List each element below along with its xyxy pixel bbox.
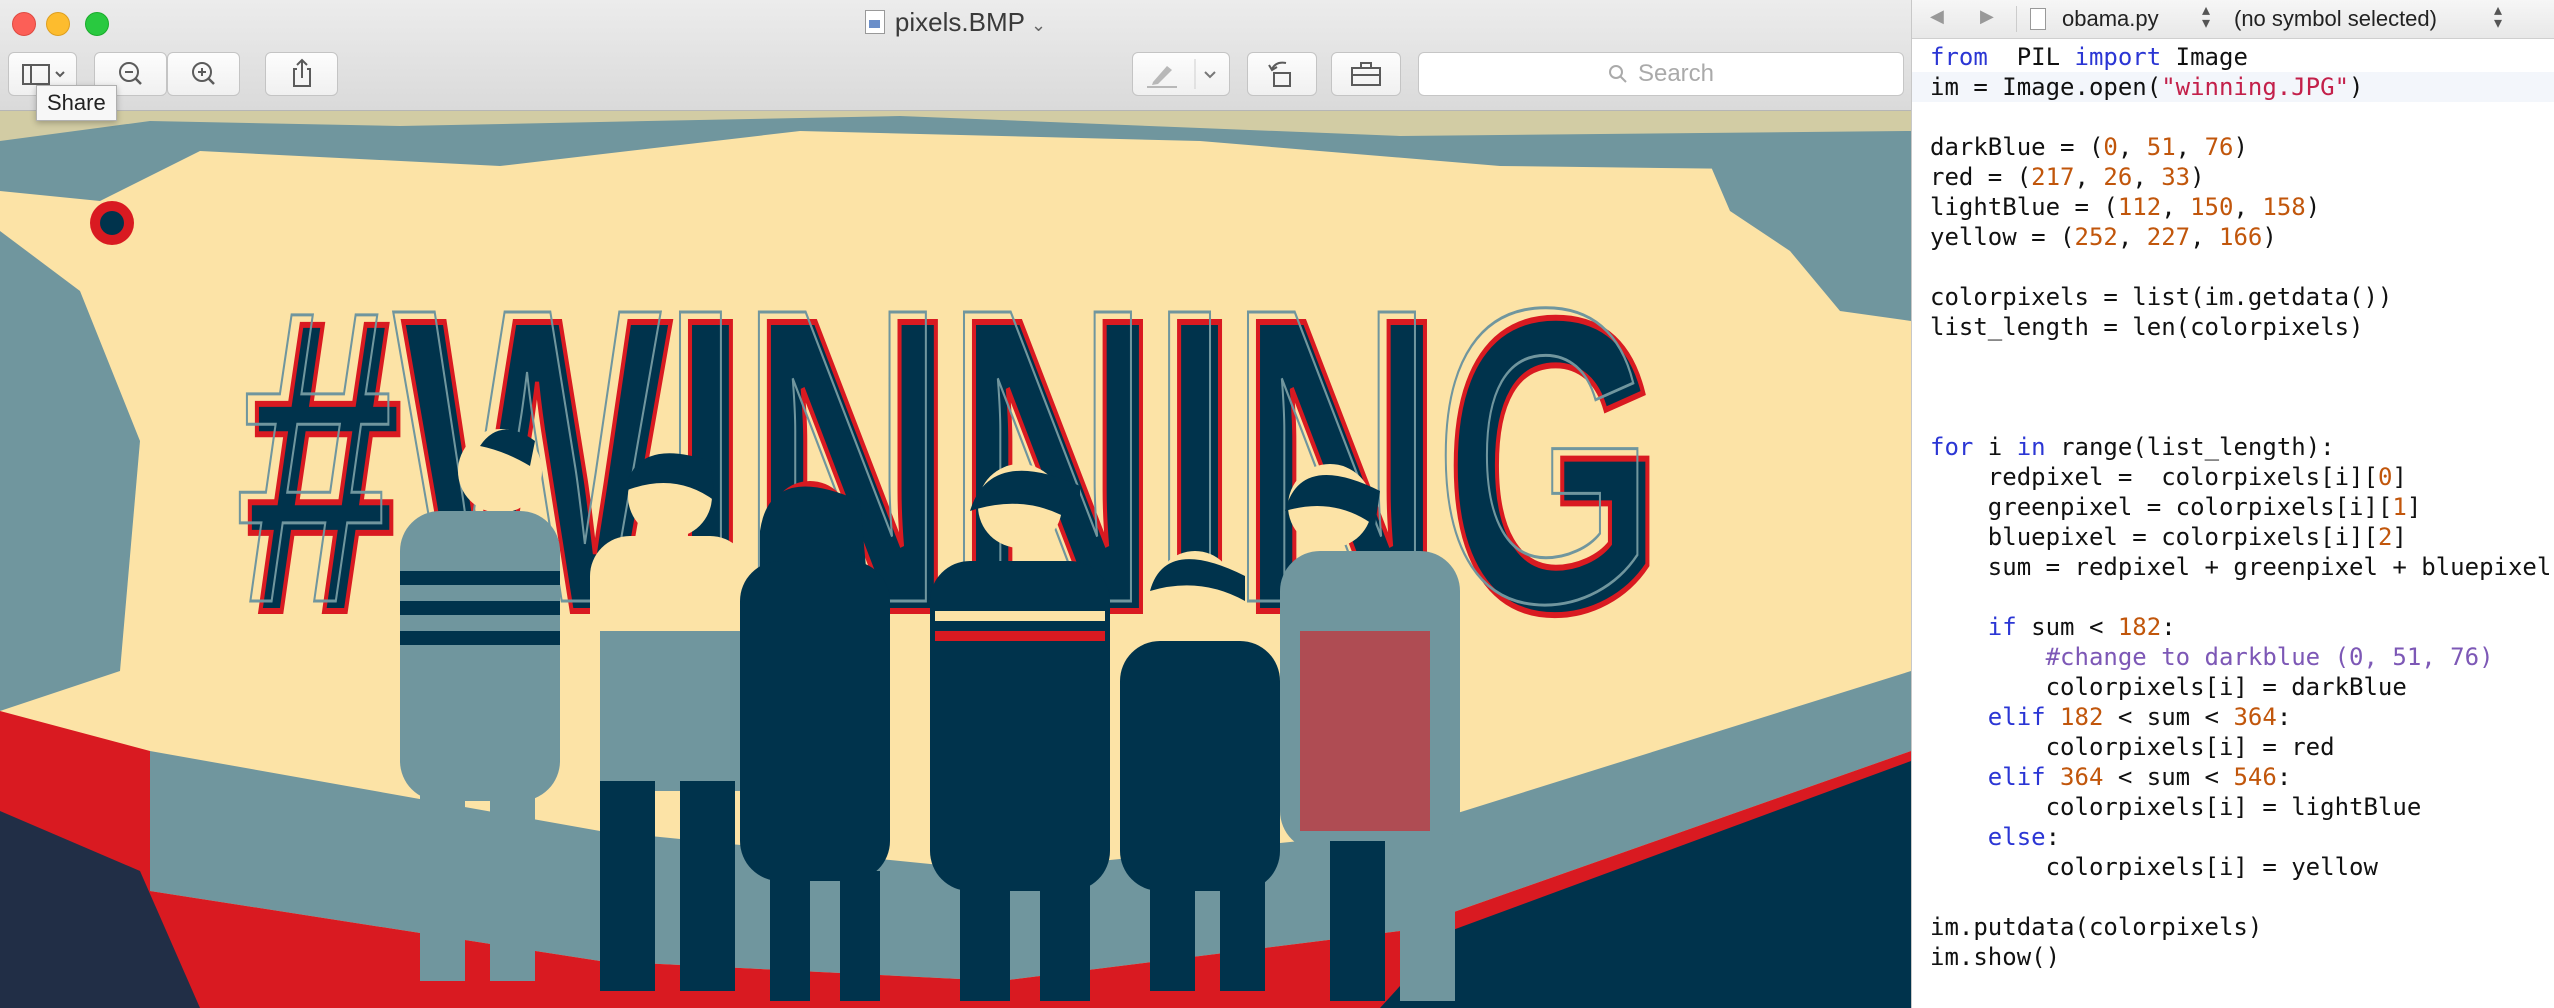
markup-button[interactable] (1132, 52, 1230, 96)
code-line[interactable]: colorpixels[i] = lightBlue (1930, 792, 2551, 822)
code-line[interactable] (1930, 252, 2551, 282)
share-icon (292, 58, 311, 87)
code-line[interactable]: yellow = (252, 227, 166) (1930, 222, 2551, 252)
symbol-stepper-icon[interactable]: ▴ ▾ (2494, 3, 2502, 32)
bmp-file-icon (864, 10, 885, 34)
jump-bar: ◀ ▶ obama.py ▴ ▾ (no symbol selected) ▴ ▾ (1912, 0, 2554, 39)
search-icon (1608, 65, 1627, 83)
code-line[interactable]: colorpixels = list(im.getdata()) (1930, 282, 2551, 312)
code-line[interactable]: bluepixel = colorpixels[i][2] (1930, 522, 2551, 552)
code-line[interactable]: from PIL import Image (1930, 42, 2551, 72)
forward-arrow-icon[interactable]: ▶ (1980, 6, 1994, 27)
code-text-area[interactable]: from PIL import Image im = Image.open("wi… (1912, 42, 2554, 972)
toolbox-icon (1351, 62, 1381, 86)
preview-window: pixels.BMP ⌄ Search Share #WINNING #WINN… (0, 0, 1912, 1008)
code-line[interactable] (1930, 102, 2551, 132)
file-stepper-icon[interactable]: ▴ ▾ (2202, 3, 2210, 32)
zoom-in-button[interactable] (167, 52, 240, 96)
document-title[interactable]: pixels.BMP ⌄ (0, 7, 1911, 38)
code-line[interactable]: for i in range(list_length): (1930, 432, 2551, 462)
code-line[interactable]: colorpixels[i] = darkBlue (1930, 672, 2551, 702)
search-input[interactable]: Search (1418, 52, 1904, 96)
code-line[interactable]: list_length = len(colorpixels) (1930, 312, 2551, 342)
code-line[interactable]: im = Image.open("winning.JPG") (1912, 72, 2554, 102)
code-line[interactable] (1930, 342, 2551, 372)
code-line[interactable]: if sum < 182: (1930, 612, 2551, 642)
file-selector[interactable]: obama.py (2062, 6, 2159, 32)
search-placeholder: Search (1637, 60, 1715, 87)
rotate-icon (1268, 61, 1291, 87)
code-line[interactable] (1930, 582, 2551, 612)
code-line[interactable]: im.putdata(colorpixels) (1930, 912, 2551, 942)
code-line[interactable] (1930, 882, 2551, 912)
code-line[interactable]: redpixel = colorpixels[i][0] (1930, 462, 2551, 492)
rotate-button[interactable] (1247, 52, 1317, 96)
code-line[interactable]: #change to darkblue (0, 51, 76) (1930, 642, 2551, 672)
code-line[interactable]: else: (1930, 822, 2551, 852)
document-title-text: pixels.BMP (894, 7, 1025, 37)
code-line[interactable]: lightBlue = (112, 150, 158) (1930, 192, 2551, 222)
code-line[interactable]: greenpixel = colorpixels[i][1] (1930, 492, 2551, 522)
code-line[interactable]: colorpixels[i] = red (1930, 732, 2551, 762)
toolbox-button[interactable] (1331, 52, 1401, 96)
code-line[interactable]: elif 182 < sum < 364: (1930, 702, 2551, 732)
share-button[interactable] (265, 52, 338, 96)
python-file-icon (2030, 8, 2046, 30)
code-line[interactable]: colorpixels[i] = yellow (1930, 852, 2551, 882)
code-line[interactable]: darkBlue = (0, 51, 76) (1930, 132, 2551, 162)
symbol-selector[interactable]: (no symbol selected) (2234, 6, 2437, 32)
preview-titlebar: pixels.BMP ⌄ Search (0, 0, 1911, 111)
code-line[interactable]: elif 364 < sum < 546: (1930, 762, 2551, 792)
jump-bar-divider (2016, 6, 2017, 32)
share-tooltip: Share (36, 85, 117, 121)
chevron-down-icon: ⌄ (1030, 15, 1047, 35)
zoom-in-icon (191, 62, 215, 85)
code-line[interactable] (1930, 372, 2551, 402)
pen-icon (1147, 59, 1216, 89)
bmp-image-canvas: #WINNING #WINNING (0, 111, 1911, 1008)
code-line[interactable] (1930, 402, 2551, 432)
posterized-photo: #WINNING #WINNING (0, 111, 1911, 1008)
code-line[interactable]: sum = redpixel + greenpixel + bluepixel (1930, 552, 2552, 582)
code-line[interactable]: im.show() (1930, 942, 2551, 972)
code-line[interactable]: red = (217, 26, 33) (1930, 162, 2551, 192)
back-arrow-icon[interactable]: ◀ (1930, 6, 1944, 27)
code-editor-window: ◀ ▶ obama.py ▴ ▾ (no symbol selected) ▴ ▾ … (1912, 0, 2554, 1008)
